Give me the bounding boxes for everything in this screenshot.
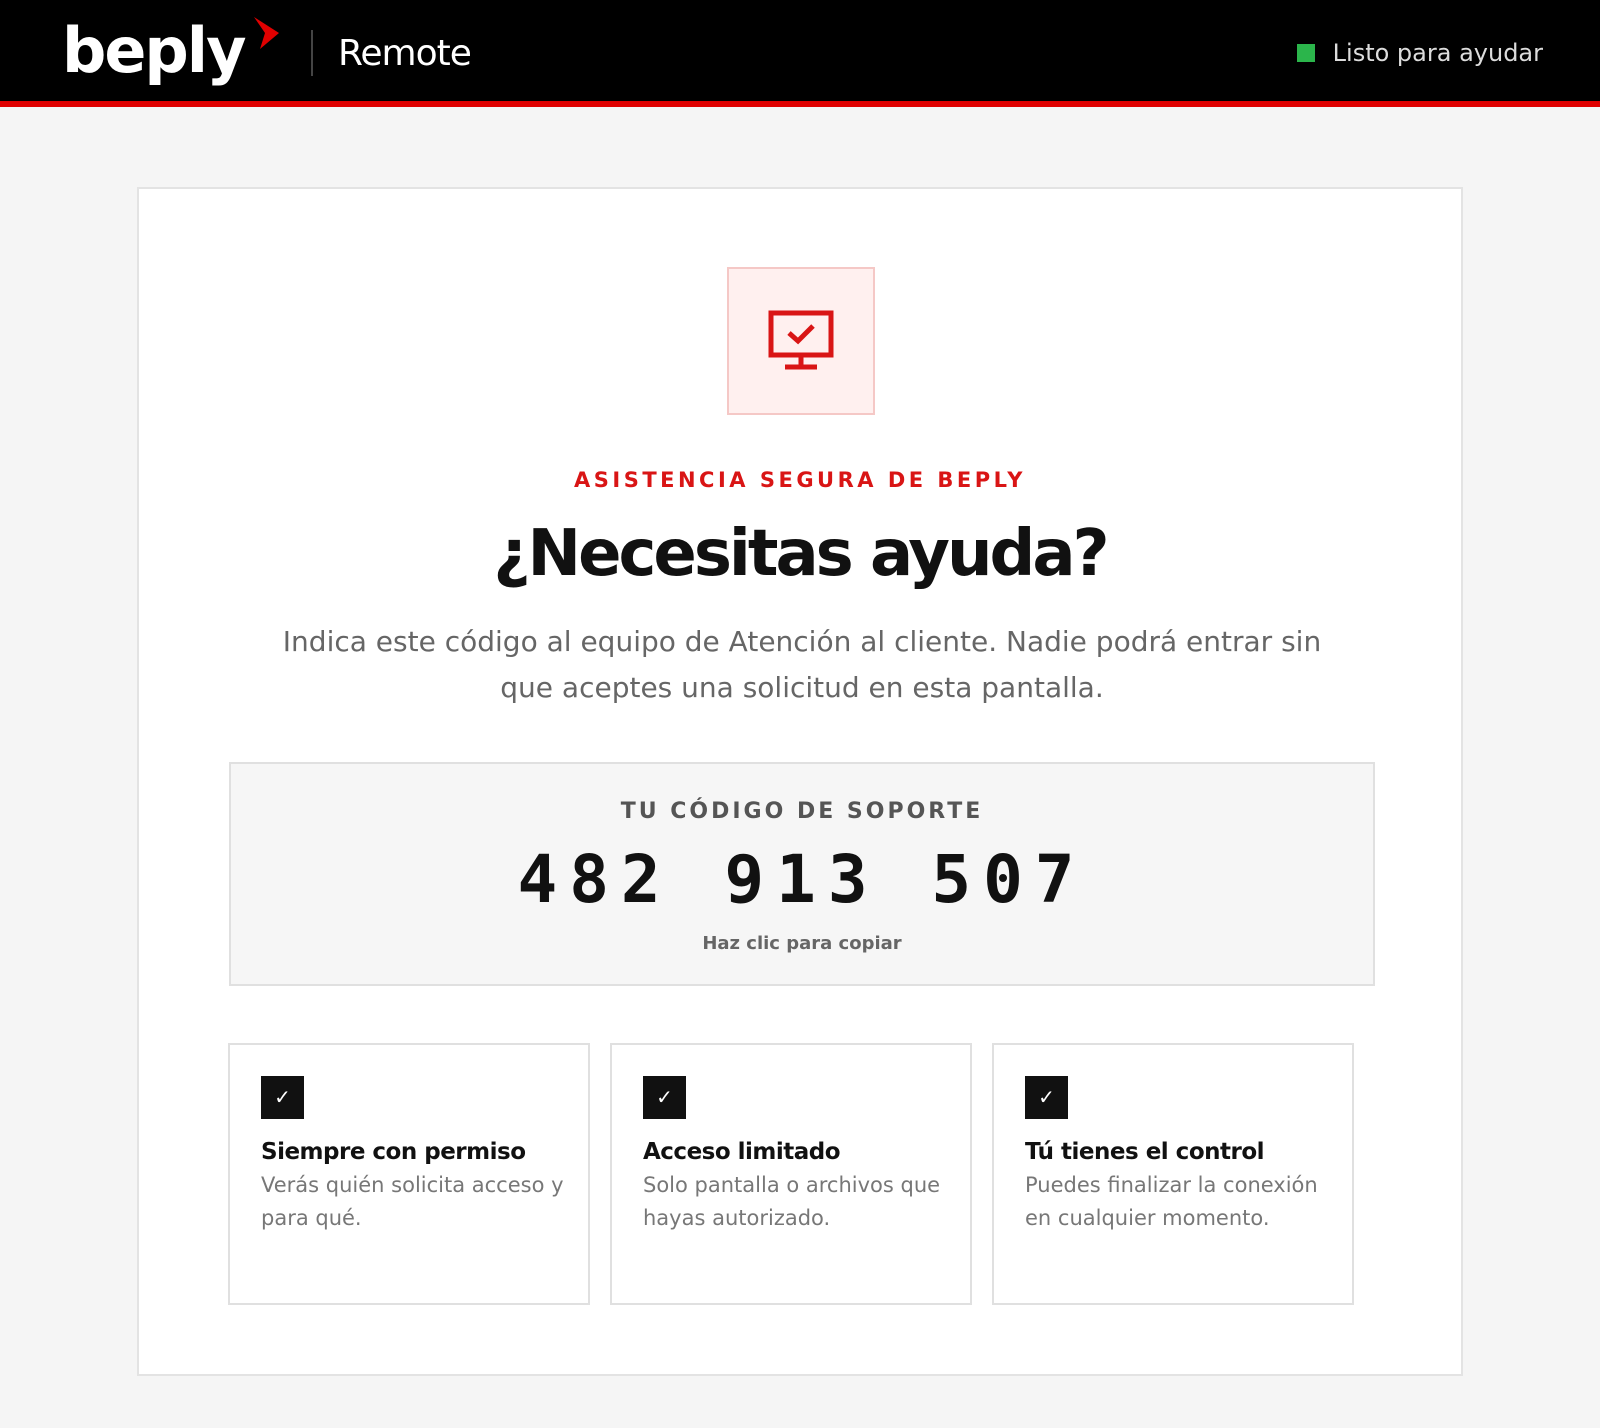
connection-status: Listo para ayudar	[1296, 34, 1543, 72]
support-code-label: TU CÓDIGO DE SOPORTE	[620, 799, 984, 824]
status-text: Listo para ayudar	[1332, 39, 1543, 67]
feature-card-permission: ✓ Siempre con permiso Verás quién solici…	[228, 1043, 590, 1305]
feature-title: Tú tienes el control	[1025, 1139, 1265, 1165]
support-code-value: 482 913 507	[517, 841, 1087, 918]
section-eyebrow: ASISTENCIA SEGURA DE BEPLY	[574, 468, 1026, 492]
page-title: ¿Necesitas ayuda?	[493, 517, 1109, 591]
feature-description: Puedes finalizar la conexión en cualquie…	[1025, 1173, 1318, 1230]
support-card: ASISTENCIA SEGURA DE BEPLY ¿Necesitas ay…	[137, 187, 1463, 1376]
copy-hint: Haz clic para copiar	[702, 933, 902, 954]
feature-description: Solo pantalla o archivos que hayas autor…	[643, 1173, 941, 1230]
monitor-check-icon	[768, 310, 834, 370]
check-icon: ✓	[261, 1076, 304, 1119]
app-header: beply Remote Listo para ayudar	[0, 0, 1600, 107]
brand-chevron-icon	[254, 17, 279, 49]
feature-title: Siempre con permiso	[261, 1139, 526, 1165]
feature-title: Acceso limitado	[643, 1139, 841, 1165]
feature-card-control: ✓ Tú tienes el control Puedes finalizar …	[992, 1043, 1354, 1305]
brand-logo: beply	[62, 14, 246, 87]
feature-description: Verás quién solicita acceso y para qué.	[261, 1173, 564, 1230]
header-divider	[311, 30, 313, 76]
intro-text: Indica este código al equipo de Atención…	[282, 625, 1322, 704]
check-icon: ✓	[643, 1076, 686, 1119]
check-icon: ✓	[1025, 1076, 1068, 1119]
feature-card-limited-access: ✓ Acceso limitado Solo pantalla o archiv…	[610, 1043, 972, 1305]
status-indicator-icon	[1296, 44, 1315, 62]
monitor-check-icon-box	[727, 267, 875, 415]
product-name: Remote	[338, 33, 472, 74]
support-code-copy-button[interactable]: TU CÓDIGO DE SOPORTE 482 913 507 Haz cli…	[229, 762, 1375, 986]
